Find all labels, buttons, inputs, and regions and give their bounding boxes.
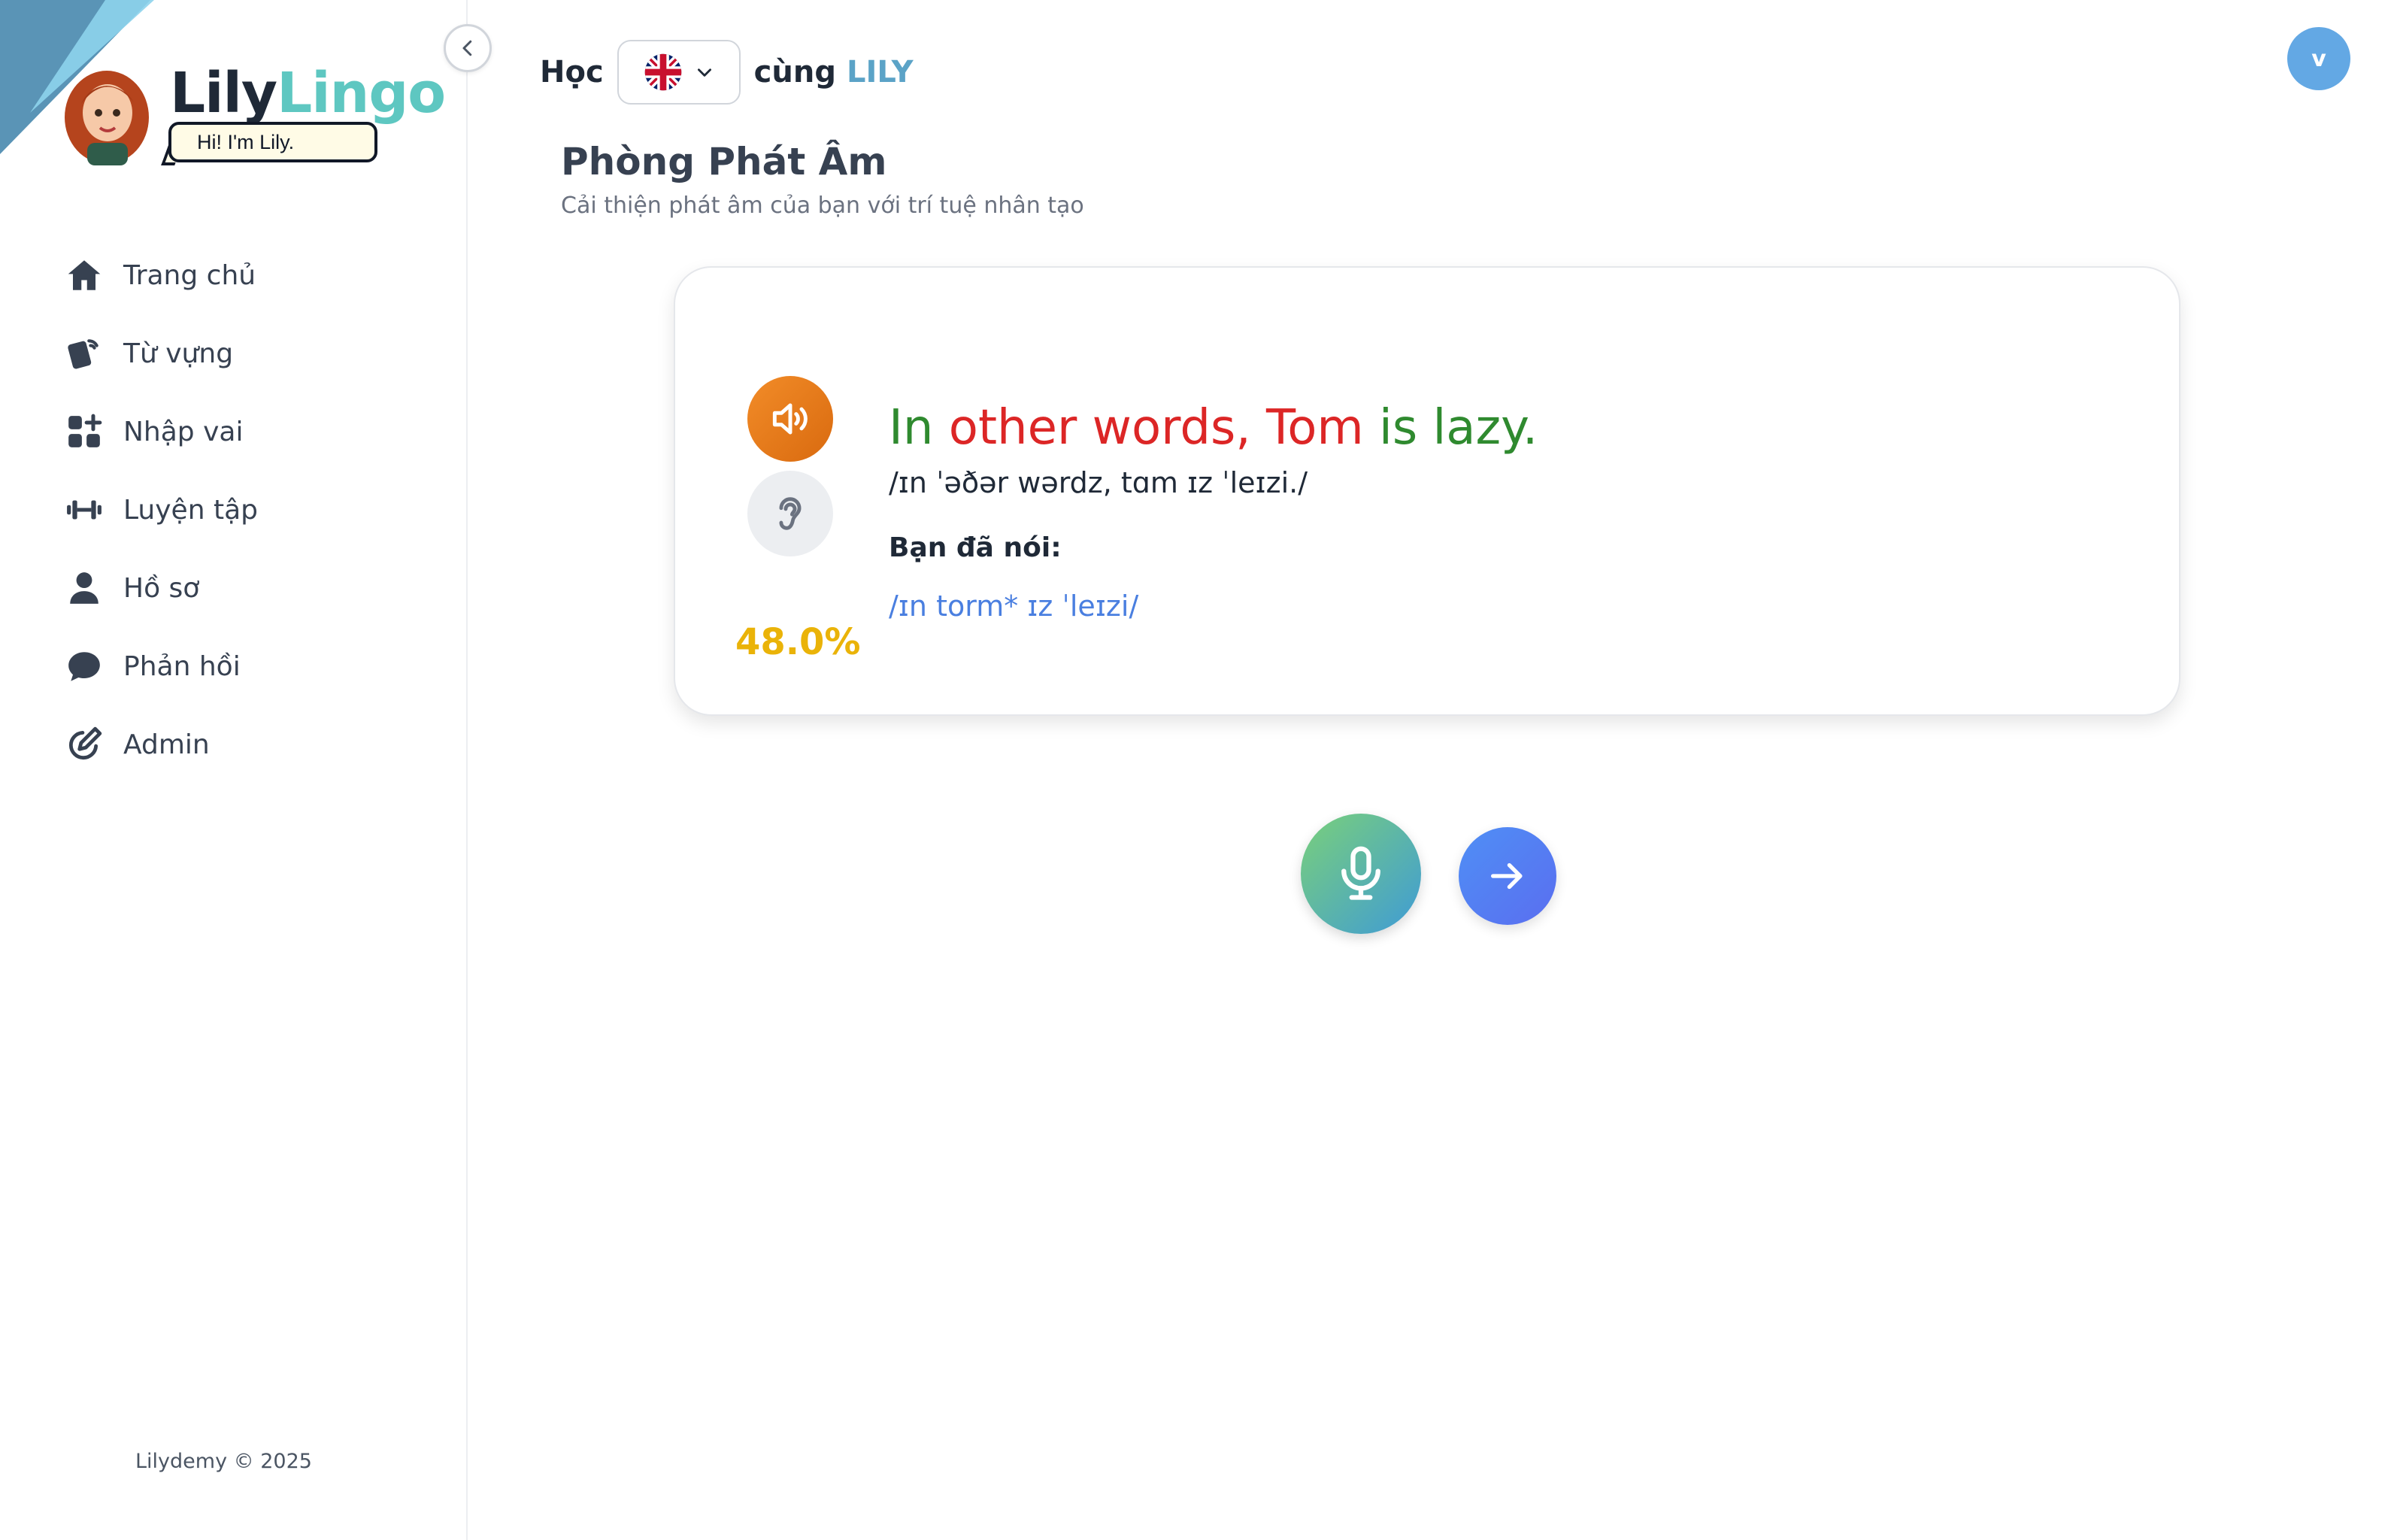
you-said-ipa: /ɪn torm* ɪz ˈleɪzi/ xyxy=(889,590,1139,623)
sidebar-item-vocabulary[interactable]: Từ vựng xyxy=(65,323,258,383)
lily-avatar-icon xyxy=(65,71,149,165)
microphone-icon xyxy=(1341,846,1380,900)
ear-icon xyxy=(779,497,802,530)
pronunciation-score: 48.0% xyxy=(735,621,861,663)
brand-part-2: Lingo xyxy=(277,61,446,126)
cards-icon xyxy=(65,334,104,373)
brand-name: LilyLingo xyxy=(170,57,446,129)
sidebar-item-label: Nhập vai xyxy=(123,416,244,447)
play-audio-button[interactable] xyxy=(747,376,833,462)
sentence-word: In xyxy=(889,400,934,456)
sidebar-item-label: Phản hồi xyxy=(123,650,241,682)
sidebar-item-label: Luyện tập xyxy=(123,494,258,526)
page-subtitle: Cải thiện phát âm của bạn với trí tuệ nh… xyxy=(561,192,1084,219)
sidebar-item-admin[interactable]: Admin xyxy=(65,714,258,775)
sidebar-item-roleplay[interactable]: Nhập vai xyxy=(65,402,258,462)
chevron-left-icon xyxy=(462,40,472,56)
uk-flag-icon xyxy=(644,53,681,91)
user-icon xyxy=(65,568,104,608)
speaker-icon xyxy=(772,403,808,435)
sidebar-item-practice[interactable]: Luyện tập xyxy=(65,480,258,540)
listen-recording-button[interactable] xyxy=(747,471,833,556)
sentence-word: words, xyxy=(1092,400,1251,456)
sidebar-item-profile[interactable]: Hồ sơ xyxy=(65,558,258,618)
with-label: cùng xyxy=(753,55,836,89)
target-sentence: In other words, Tom is lazy. xyxy=(889,400,1538,456)
collapse-sidebar-button[interactable] xyxy=(444,24,492,72)
sidebar-nav: Trang chủ Từ vựng Nhập vai Luyện tập Hồ … xyxy=(65,245,258,793)
target-ipa: /ɪn ˈəðər wərdz, tɑm ɪz ˈleɪzi./ xyxy=(889,466,1308,499)
next-button[interactable] xyxy=(1459,827,1556,925)
footer-copyright: Lilydemy © 2025 xyxy=(135,1450,312,1473)
speech-bubble: Hi! I'm Lily. xyxy=(168,122,377,162)
chevron-down-icon xyxy=(697,68,711,77)
sidebar-item-label: Từ vựng xyxy=(123,338,234,369)
user-avatar[interactable]: v xyxy=(2287,27,2350,90)
sidebar-item-home[interactable]: Trang chủ xyxy=(65,245,258,305)
sidebar-item-label: Hồ sơ xyxy=(123,572,200,604)
language-select[interactable] xyxy=(617,40,741,105)
apps-add-icon xyxy=(65,412,104,451)
logo[interactable]: LilyLingo Hi! I'm Lily. xyxy=(62,57,446,170)
arrow-right-icon xyxy=(1491,862,1523,890)
home-icon xyxy=(65,256,104,295)
chat-bubble-icon xyxy=(65,647,104,686)
edit-icon xyxy=(65,725,104,764)
sidebar-item-label: Admin xyxy=(123,729,210,760)
pronunciation-card: 48.0% In other words, Tom is lazy. /ɪn ˈ… xyxy=(674,266,2180,716)
brand-part-1: Lily xyxy=(170,61,277,126)
page-title: Phòng Phát Âm xyxy=(561,140,887,183)
dumbbell-icon xyxy=(65,490,104,529)
sentence-word: is xyxy=(1379,400,1418,456)
sidebar-item-feedback[interactable]: Phản hồi xyxy=(65,636,258,696)
learn-label: Học xyxy=(540,55,604,89)
sentence-word: Tom xyxy=(1265,400,1364,456)
sentence-word: other xyxy=(948,400,1077,456)
sidebar: LilyLingo Hi! I'm Lily. Trang chủ Từ vựn… xyxy=(0,0,468,1540)
you-said-label: Bạn đã nói: xyxy=(889,532,1062,563)
sentence-word: lazy. xyxy=(1432,400,1538,456)
top-header: Học cùng LILY xyxy=(540,39,914,105)
lily-label: LILY xyxy=(846,55,914,89)
record-button[interactable] xyxy=(1301,814,1421,934)
sidebar-item-label: Trang chủ xyxy=(123,259,256,291)
